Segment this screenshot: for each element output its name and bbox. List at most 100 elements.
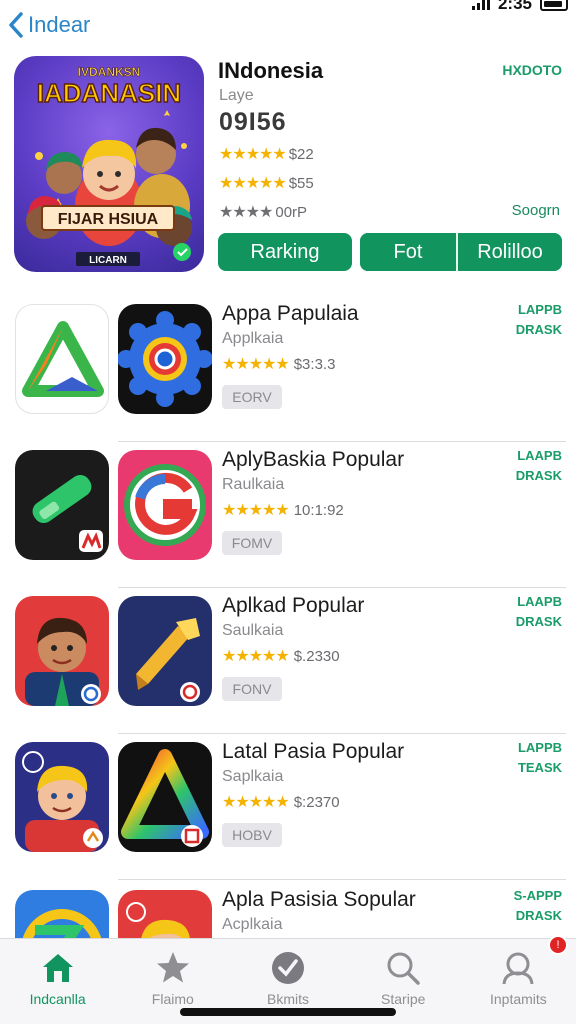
badge-line: LAAPB xyxy=(517,594,562,609)
svg-text:FIJAR HSIUA: FIJAR HSIUA xyxy=(58,211,159,228)
rolilloo-button[interactable]: Rolilloo xyxy=(458,233,562,271)
app-title: Latal Pasia Popular xyxy=(222,740,405,763)
app-rating: ★★★★★ 10:1:92 xyxy=(222,500,344,520)
list-item[interactable]: Latal Pasia Popular Saplkaia ★★★★★ $:237… xyxy=(0,734,576,880)
chevron-left-icon xyxy=(9,12,23,38)
tab-home[interactable]: Indcanlla xyxy=(0,939,115,1024)
home-indicator[interactable] xyxy=(180,1008,396,1016)
app-rating: ★★★★★ $.2330 xyxy=(222,646,340,666)
app-icon-a[interactable] xyxy=(15,596,109,706)
badge-line: LAPPB xyxy=(517,740,562,755)
app-badge: S-APPP DRASK xyxy=(514,886,562,926)
featured-rating-value: $55 xyxy=(288,174,314,192)
triangle-logo-icon xyxy=(22,321,104,397)
app-rating: ★★★★★ $3:3.3 xyxy=(222,354,335,374)
featured-rating-value: $22 xyxy=(288,145,314,163)
battery-icon xyxy=(540,0,568,11)
badge-line: S-APPP xyxy=(513,888,562,903)
avatar-portrait-icon xyxy=(126,902,190,938)
star-rating-icon: ★★★★★ xyxy=(219,175,287,192)
colorful-logo-icon xyxy=(22,909,102,938)
gold-hammer-icon xyxy=(136,618,200,702)
app-icon-b[interactable] xyxy=(118,742,212,852)
back-label: Indear xyxy=(28,12,91,37)
featured-app-card[interactable]: IVDANKSN IADANASIN FIJAR HSIUA LICARN IN… xyxy=(14,56,564,278)
app-icon-a[interactable] xyxy=(15,890,109,938)
app-icon-b[interactable] xyxy=(118,304,212,414)
get-button[interactable]: FOMV xyxy=(222,531,282,555)
badge-line: LAPPB xyxy=(517,302,562,317)
app-icon-a[interactable] xyxy=(15,304,109,414)
get-button[interactable]: EORV xyxy=(222,385,282,409)
app-title: Appa Papulaia xyxy=(222,302,359,325)
featured-rating-2: ★★★★★ $55 xyxy=(219,173,314,193)
tab-label: Flaimo xyxy=(151,991,194,1007)
rainbow-triangle-icon xyxy=(121,749,209,847)
star-rating-icon: ★★★★★ xyxy=(222,794,290,811)
app-subtitle: Raulkaia xyxy=(222,476,285,493)
star-rating-icon: ★★★★★ xyxy=(222,648,290,665)
app-title: Apla Pasisia Sopular xyxy=(222,888,416,911)
featured-brand-label: HXDOTO xyxy=(502,62,562,78)
app-rating: ★★★★★ $:2370 xyxy=(222,792,340,812)
app-price: 10:1:92 xyxy=(293,501,344,519)
svg-text:LICARN: LICARN xyxy=(89,255,127,266)
star-rating-icon: ★★★★ xyxy=(219,204,273,221)
svg-text:IVDANKSN: IVDANKSN xyxy=(78,65,141,79)
svg-text:IADANASIN: IADANASIN xyxy=(37,78,181,108)
app-subtitle: Saplkaia xyxy=(222,768,284,785)
app-icon-a[interactable] xyxy=(15,450,109,560)
app-badge: LAAPB DRASK xyxy=(516,592,562,632)
list-item[interactable]: Appa Papulaia Applkaia ★★★★★ $3:3.3 EORV… xyxy=(0,296,576,442)
avatar-portrait-icon xyxy=(22,751,103,852)
get-button[interactable]: HOBV xyxy=(222,823,282,847)
badge-line: DRASK xyxy=(515,614,562,629)
profile-icon xyxy=(502,952,534,985)
app-icon-b[interactable] xyxy=(118,596,212,706)
check-circle-icon xyxy=(272,952,304,984)
app-icon-b[interactable] xyxy=(118,890,212,938)
get-button[interactable]: FONV xyxy=(222,677,282,701)
app-subtitle: Saulkaia xyxy=(222,622,284,639)
signal-icon xyxy=(471,0,490,10)
tab-label: Bkmits xyxy=(267,991,309,1007)
list-item[interactable]: Aplkad Popular Saulkaia ★★★★★ $.2330 FON… xyxy=(0,588,576,734)
star-rating-icon: ★★★★★ xyxy=(219,146,287,163)
featured-app-number: 09I56 xyxy=(219,108,287,136)
app-badge: LAPPB DRASK xyxy=(516,300,562,340)
tab-label: Inptamits xyxy=(490,991,547,1007)
tab-label: Staripe xyxy=(381,991,426,1007)
app-icon-a[interactable] xyxy=(15,742,109,852)
home-icon xyxy=(42,954,73,982)
ranking-button[interactable]: Rarking xyxy=(218,233,352,271)
list-item[interactable]: Apla Pasisia Sopular Acplkaia S-APPP DRA… xyxy=(0,882,576,938)
tab-label: Indcanlla xyxy=(29,991,86,1007)
app-price: $3:3.3 xyxy=(293,355,336,373)
badge-line: DRASK xyxy=(515,322,562,337)
app-title: Aplkad Popular xyxy=(222,594,365,617)
status-time: 2:35 xyxy=(497,0,532,13)
fot-button[interactable]: Fot xyxy=(360,233,456,271)
featured-app-artwork[interactable]: IVDANKSN IADANASIN FIJAR HSIUA LICARN xyxy=(14,56,204,272)
featured-app-subtitle: Laye xyxy=(219,87,254,104)
status-indicators: 2:35 xyxy=(471,0,568,14)
app-badge: LAPPB TEASK xyxy=(518,738,562,778)
back-button[interactable]: Indear xyxy=(8,12,90,38)
gear-chrome-icon xyxy=(118,311,212,407)
tab-profile[interactable]: Inptamits ! xyxy=(461,935,576,1024)
star-icon xyxy=(156,952,189,983)
notification-badge: ! xyxy=(548,935,569,955)
star-rating-icon: ★★★★★ xyxy=(222,502,290,519)
badge-line: DRASK xyxy=(515,468,562,483)
app-subtitle: Acplkaia xyxy=(222,916,283,933)
featured-link[interactable]: Soogrn xyxy=(512,202,560,219)
featured-artwork-illustration: IVDANKSN IADANASIN FIJAR HSIUA LICARN xyxy=(26,65,192,266)
avatar-portrait-icon xyxy=(25,617,101,706)
g-circle-icon xyxy=(124,464,206,546)
badge-line: DRASK xyxy=(515,908,562,923)
app-badge: LAAPB DRASK xyxy=(516,446,562,486)
app-icon-b[interactable] xyxy=(118,450,212,560)
badge-line: LAAPB xyxy=(517,448,562,463)
star-rating-icon: ★★★★★ xyxy=(222,356,290,373)
list-item[interactable]: AplyBaskia Popular Raulkaia ★★★★★ 10:1:9… xyxy=(0,442,576,588)
